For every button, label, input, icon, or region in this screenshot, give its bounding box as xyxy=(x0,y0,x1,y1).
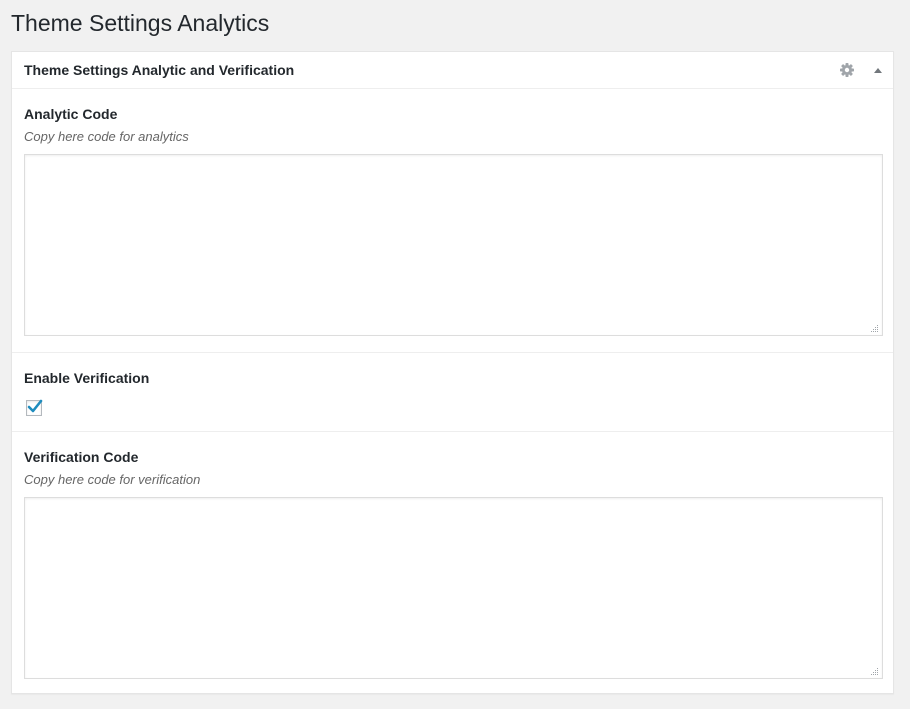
analytic-code-description: Copy here code for analytics xyxy=(24,129,189,144)
gear-icon[interactable] xyxy=(837,60,857,80)
enable-verification-checkbox[interactable] xyxy=(26,399,43,416)
verification-code-description: Copy here code for verification xyxy=(24,472,201,487)
settings-postbox: Theme Settings Analytic and Verification… xyxy=(11,51,894,694)
analytic-code-textarea[interactable] xyxy=(24,154,883,336)
enable-verification-field: Enable Verification xyxy=(12,353,893,432)
page-title: Theme Settings Analytics xyxy=(11,10,270,36)
verification-code-textarea[interactable] xyxy=(24,497,883,679)
collapse-toggle-icon[interactable] xyxy=(868,60,888,80)
enable-verification-label: Enable Verification xyxy=(24,370,150,386)
postbox-header: Theme Settings Analytic and Verification xyxy=(12,52,893,89)
analytic-code-field: Analytic Code Copy here code for analyti… xyxy=(12,89,893,353)
checkmark-icon xyxy=(27,399,43,413)
analytic-code-label: Analytic Code xyxy=(24,106,118,122)
verification-code-field: Verification Code Copy here code for ver… xyxy=(12,432,893,694)
postbox-title: Theme Settings Analytic and Verification xyxy=(24,62,295,78)
verification-code-label: Verification Code xyxy=(24,449,139,465)
